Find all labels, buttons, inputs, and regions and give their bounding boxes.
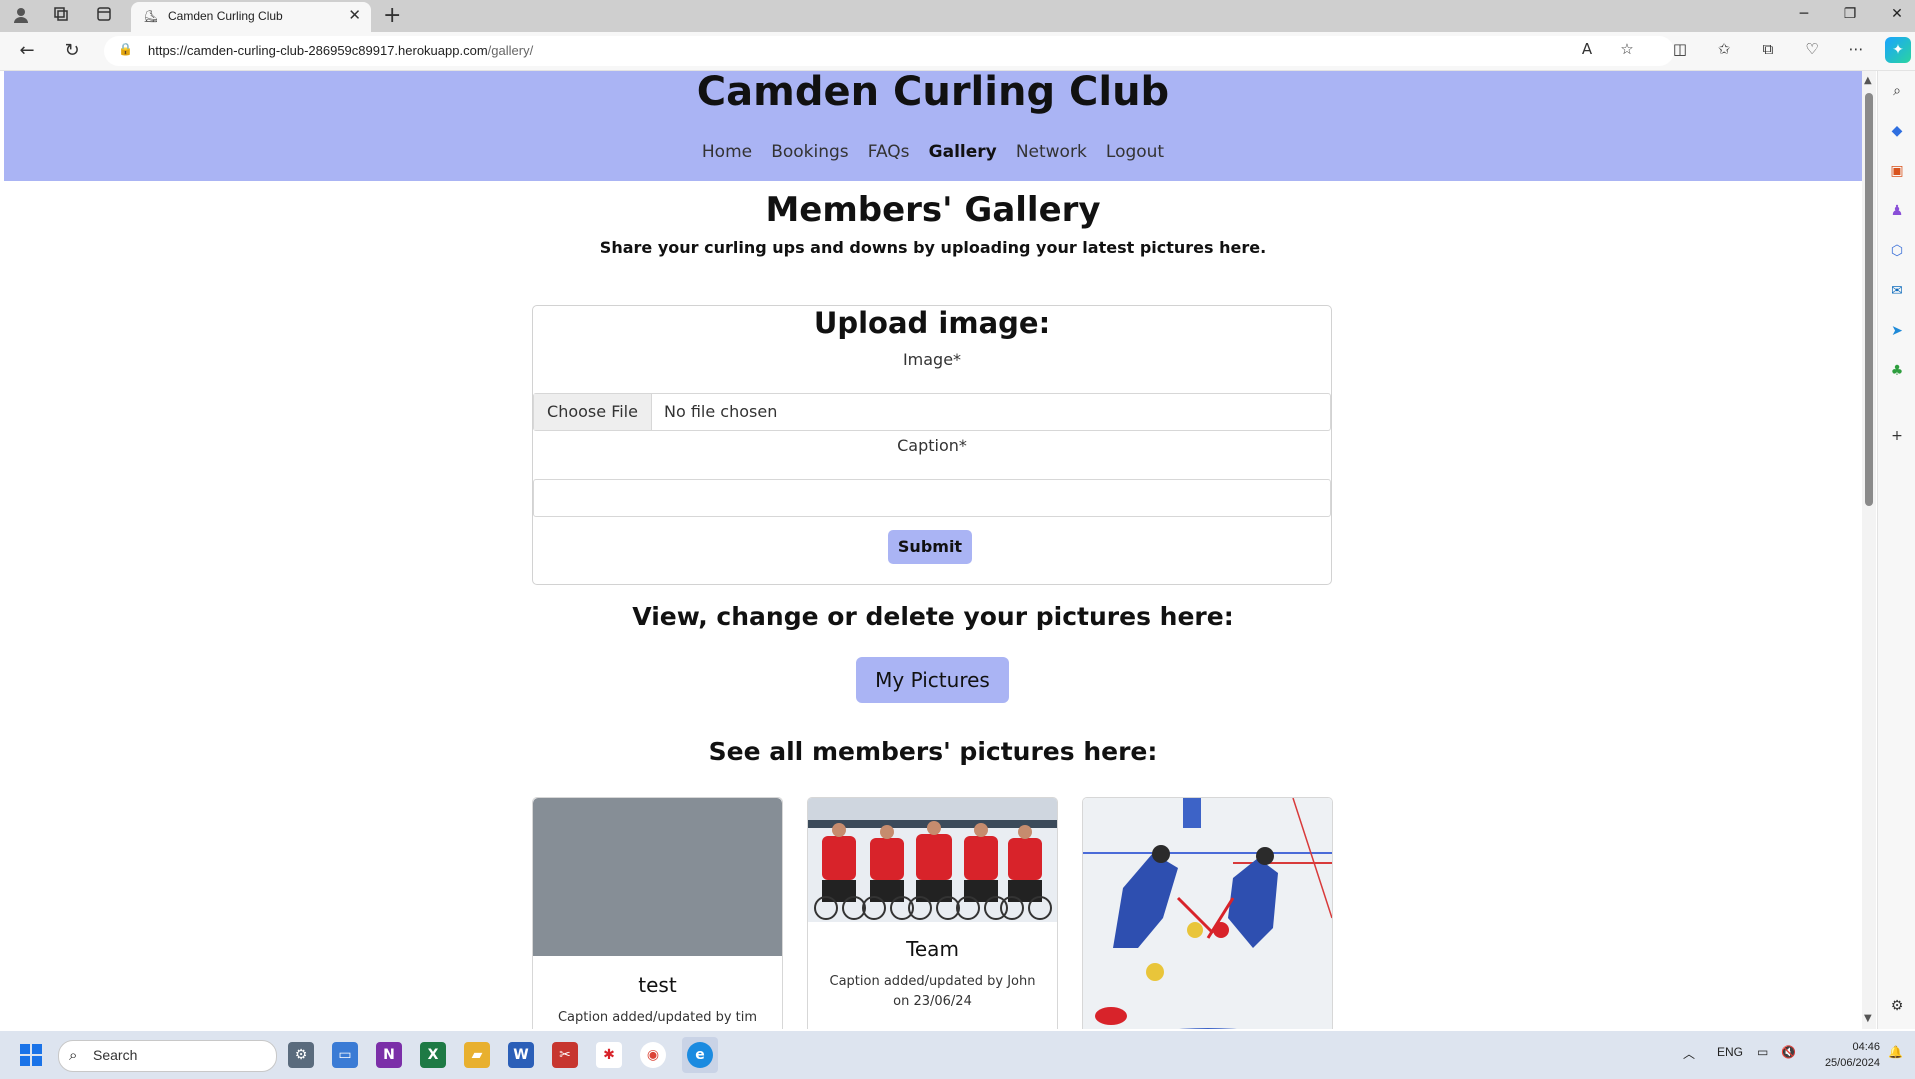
nav-home[interactable]: Home: [702, 142, 752, 162]
url-field[interactable]: 🔒 https://camden-curling-club-286959c899…: [104, 36, 1674, 66]
show-hidden-icons-icon[interactable]: ︿: [1683, 1045, 1695, 1062]
tab-title: Camden Curling Club: [168, 9, 283, 23]
microsoft-365-icon[interactable]: ⬡: [1887, 241, 1907, 261]
all-pictures-heading: See all members' pictures here:: [708, 737, 1158, 766]
clock[interactable]: 04:46 25/06/2024: [1810, 1039, 1880, 1071]
team-photo-image: [808, 798, 1057, 922]
nav-bookings[interactable]: Bookings: [771, 142, 848, 162]
chrome-icon[interactable]: ◉: [640, 1042, 666, 1068]
choose-file-button[interactable]: Choose File: [534, 394, 652, 430]
favorites-icon[interactable]: ✩: [1713, 40, 1735, 58]
upload-form: Upload image: Image* Choose File No file…: [532, 305, 1332, 585]
curling-sweepers-image: [1083, 798, 1332, 1029]
volume-muted-icon[interactable]: 🔇: [1781, 1045, 1796, 1059]
nav-faqs[interactable]: FAQs: [868, 142, 910, 162]
curling-favicon-icon: ⛸: [143, 9, 159, 23]
my-pictures-heading: View, change or delete your pictures her…: [632, 602, 1234, 631]
snipping-tool-icon[interactable]: ✂: [552, 1042, 578, 1068]
language-indicator[interactable]: ENG: [1717, 1045, 1743, 1059]
excel-icon[interactable]: X: [420, 1042, 446, 1068]
nav-gallery[interactable]: Gallery: [929, 142, 997, 162]
vertical-tabs-icon[interactable]: [94, 6, 114, 26]
site-title: Camden Curling Club: [696, 71, 1170, 115]
card-title: test: [638, 973, 677, 997]
card-caption: Caption added/updated by John on 23/06/2…: [829, 974, 1036, 1009]
restore-icon[interactable]: ❐: [1840, 6, 1860, 22]
outlook-icon[interactable]: ✉: [1887, 281, 1907, 301]
page-viewport: Camden Curling Club Home Bookings FAQs G…: [4, 71, 1862, 1029]
caption-label: Caption*: [897, 436, 967, 455]
taskbar-search[interactable]: ⌕ Search: [58, 1040, 277, 1072]
site-header: Camden Curling Club Home Bookings FAQs G…: [4, 71, 1862, 181]
upload-title: Upload image:: [813, 306, 1051, 340]
settings-gear-icon[interactable]: ⚙: [1887, 996, 1907, 1016]
network-icon[interactable]: ▭: [1757, 1045, 1768, 1059]
split-screen-icon[interactable]: ◫: [1669, 40, 1691, 58]
browser-tab[interactable]: ⛸ Camden Curling Club ✕: [131, 2, 371, 32]
page-scrollbar[interactable]: ▲ ▼: [1862, 71, 1876, 1029]
page-subtitle: Share your curling ups and downs by uplo…: [599, 238, 1267, 257]
gallery-card[interactable]: Team Caption added/updated by John on 23…: [807, 797, 1058, 1029]
scroll-thumb[interactable]: [1865, 93, 1873, 506]
read-aloud-icon[interactable]: A: [1576, 40, 1598, 58]
workspaces-icon[interactable]: [51, 6, 71, 26]
clock-time: 04:46: [1852, 1041, 1880, 1053]
search-sidebar-icon[interactable]: ⌕: [1887, 81, 1907, 101]
lock-icon[interactable]: 🔒: [118, 42, 133, 56]
file-status: No file chosen: [664, 402, 778, 421]
edge-icon[interactable]: e: [687, 1042, 713, 1068]
remote-desktop-icon[interactable]: ▭: [332, 1042, 358, 1068]
profile-icon[interactable]: [11, 6, 31, 26]
tools-icon[interactable]: ▣: [1887, 161, 1907, 181]
submit-button[interactable]: Submit: [888, 530, 972, 564]
notifications-icon[interactable]: 🔔: [1888, 1045, 1903, 1059]
nav-logout[interactable]: Logout: [1106, 142, 1164, 162]
settings-app-icon[interactable]: ⚙: [288, 1042, 314, 1068]
page-title: Members' Gallery: [765, 190, 1101, 230]
edge-sidebar: ⌕ ◆ ▣ ♟ ⬡ ✉ ➤ ♣ + ⚙: [1877, 71, 1915, 1029]
file-explorer-icon[interactable]: ▰: [464, 1042, 490, 1068]
add-sidebar-icon[interactable]: +: [1887, 426, 1907, 446]
address-toolbar: ← ↻ 🔒 https://camden-curling-club-286959…: [0, 32, 1915, 71]
card-caption: Caption added/updated by tim: [557, 1010, 758, 1025]
clock-date: 25/06/2024: [1824, 1057, 1880, 1069]
slack-icon[interactable]: ✱: [596, 1042, 622, 1068]
windows-start-icon[interactable]: [20, 1044, 42, 1066]
favorite-star-icon[interactable]: ☆: [1616, 40, 1638, 58]
send-icon[interactable]: ➤: [1887, 321, 1907, 341]
refresh-icon[interactable]: ↻: [61, 40, 83, 61]
main-nav: Home Bookings FAQs Gallery Network Logou…: [4, 142, 1862, 162]
image-file-input[interactable]: Choose File No file chosen: [533, 393, 1331, 431]
back-icon[interactable]: ←: [16, 40, 38, 61]
image-label: Image*: [902, 350, 962, 369]
scroll-up-icon[interactable]: ▲: [1864, 75, 1872, 86]
collections-icon[interactable]: ⧉: [1757, 40, 1779, 58]
onenote-icon[interactable]: N: [376, 1042, 402, 1068]
minimize-icon[interactable]: ─: [1794, 6, 1814, 22]
card-title: Team: [906, 937, 959, 961]
placeholder-image: [533, 798, 782, 956]
word-icon[interactable]: W: [508, 1042, 534, 1068]
gallery-card[interactable]: [1082, 797, 1333, 1029]
close-tab-icon[interactable]: ✕: [348, 6, 361, 24]
games-icon[interactable]: ♟: [1887, 201, 1907, 221]
close-window-icon[interactable]: ✕: [1887, 6, 1907, 22]
browser-essentials-icon[interactable]: ♡: [1801, 40, 1823, 58]
shopping-icon[interactable]: ◆: [1887, 121, 1907, 141]
taskbar-search-text: Search: [93, 1047, 138, 1063]
new-tab-icon[interactable]: +: [383, 3, 401, 28]
my-pictures-button[interactable]: My Pictures: [856, 657, 1009, 703]
browser-title-bar: ⛸ Camden Curling Club ✕ + ─ ❐ ✕: [0, 0, 1915, 32]
url-text: https://camden-curling-club-286959c89917…: [148, 43, 534, 58]
nav-network[interactable]: Network: [1016, 142, 1087, 162]
gallery-card[interactable]: test Caption added/updated by tim: [532, 797, 783, 1029]
tree-icon[interactable]: ♣: [1887, 361, 1907, 381]
copilot-icon[interactable]: ✦: [1885, 37, 1911, 63]
search-icon: ⌕: [69, 1046, 78, 1064]
caption-input[interactable]: [533, 479, 1331, 517]
windows-taskbar: ⌕ Search ⚙ ▭ N X ▰ W ✂ ✱ ◉ e ︿ ENG ▭ 🔇 0…: [0, 1031, 1915, 1079]
scroll-down-icon[interactable]: ▼: [1864, 1013, 1872, 1024]
more-menu-icon[interactable]: ⋯: [1845, 40, 1867, 58]
